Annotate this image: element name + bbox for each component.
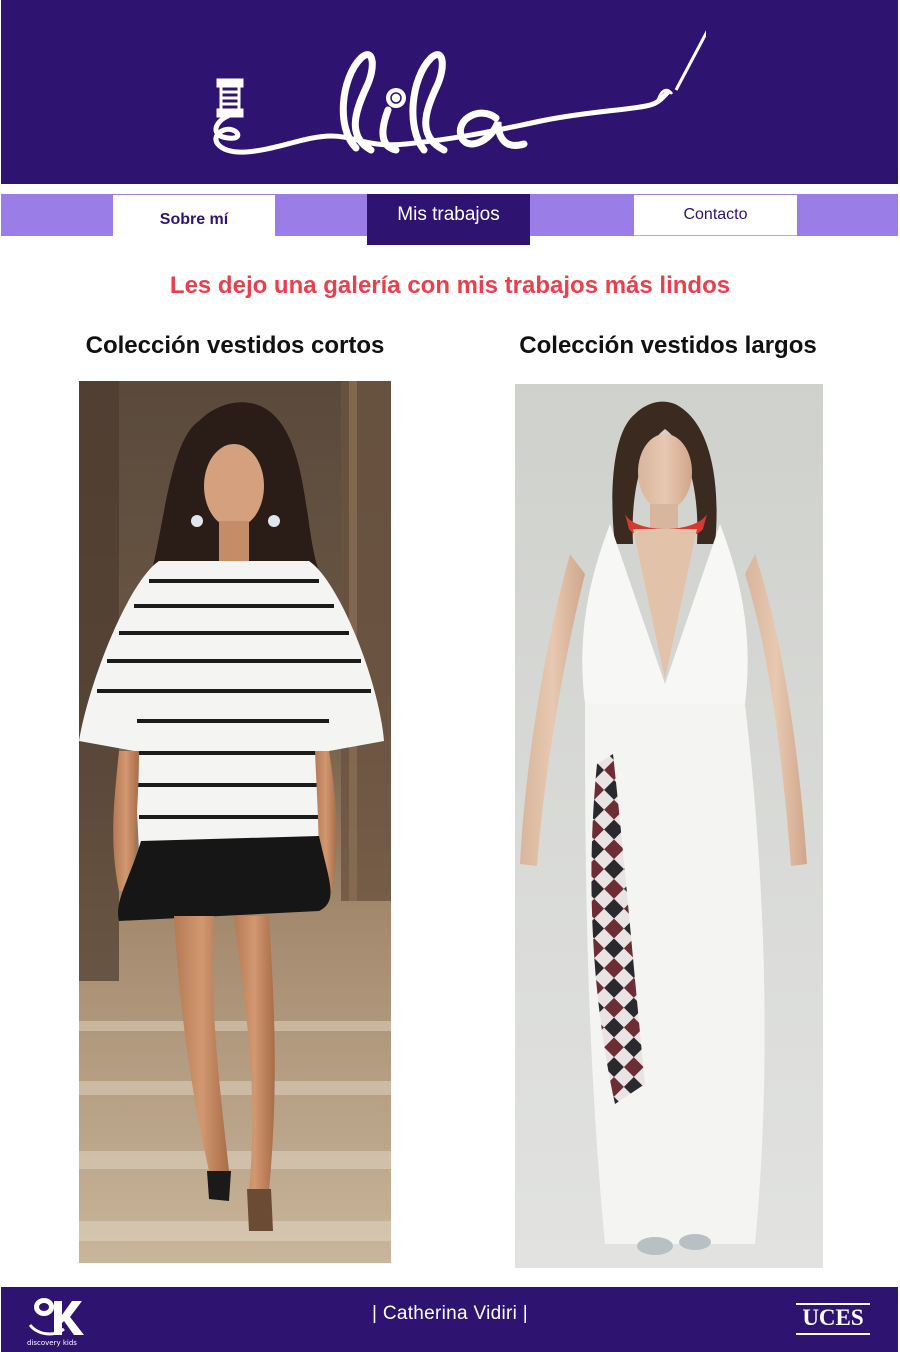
gallery-image-long-dress[interactable] <box>515 384 823 1268</box>
site-logo[interactable] <box>206 18 713 168</box>
page-subtitle: Les dejo una galería con mis trabajos má… <box>169 272 731 299</box>
discovery-kids-logo-text: discovery kids <box>27 1339 77 1347</box>
nav-item-sobre-mi[interactable]: Sobre mí <box>113 195 275 240</box>
site-header <box>1 0 898 184</box>
footer-credit: | Catherina Vidiri | <box>372 1303 528 1324</box>
collection-title-short: Colección vestidos cortos <box>85 332 385 359</box>
gallery-image-short-dress[interactable] <box>79 381 391 1263</box>
uces-logo-rule-bottom <box>796 1333 870 1335</box>
nav-item-mis-trabajos[interactable]: Mis trabajos <box>367 194 530 245</box>
needle-icon <box>656 21 713 101</box>
thread-spool-icon <box>216 78 244 118</box>
collection-title-long: Colección vestidos largos <box>519 332 817 359</box>
uces-logo: UCES <box>802 1305 864 1330</box>
nav-item-contacto[interactable]: Contacto <box>634 195 797 236</box>
lila-logo-graphic <box>213 21 713 155</box>
